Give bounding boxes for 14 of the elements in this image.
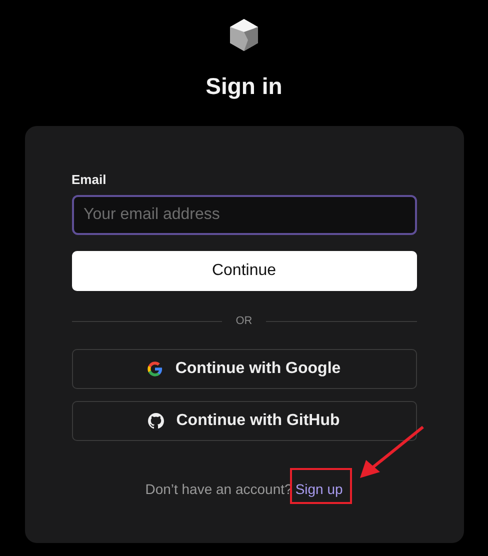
email-field[interactable]: Your email address bbox=[72, 195, 416, 235]
google-icon bbox=[147, 361, 164, 377]
page-title: Sign in bbox=[206, 72, 282, 100]
email-label: Email bbox=[72, 172, 108, 187]
cube-logo-icon bbox=[228, 18, 260, 52]
github-icon bbox=[148, 413, 164, 429]
sign-up-link[interactable]: Sign up bbox=[295, 481, 343, 497]
highlight-rectangle bbox=[290, 468, 352, 504]
divider-label: OR bbox=[236, 315, 252, 327]
annotation-arrow bbox=[360, 426, 424, 478]
github-sign-in-button[interactable]: Continue with GitHub bbox=[72, 401, 416, 441]
account-prompt: Don’t have an account? bbox=[145, 481, 292, 497]
google-sign-in-button[interactable]: Continue with Google bbox=[72, 349, 416, 389]
continue-button[interactable]: Continue bbox=[72, 251, 416, 291]
